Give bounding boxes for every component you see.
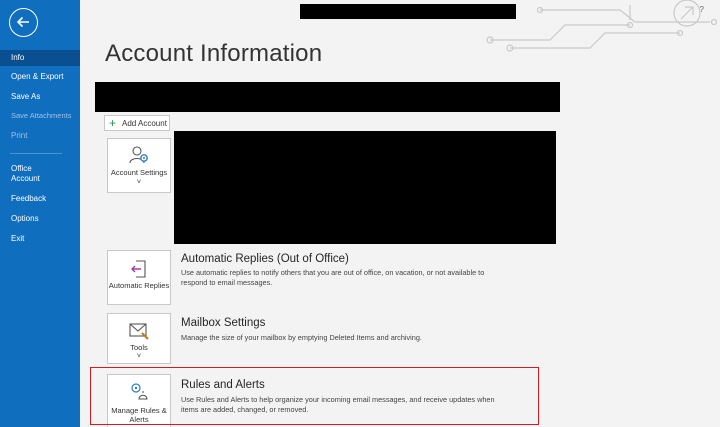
circuit-decoration-icon bbox=[486, 0, 718, 52]
mailbox-settings-title: Mailbox Settings bbox=[181, 317, 266, 329]
nav-exit[interactable]: Exit bbox=[0, 234, 80, 244]
page-title: Account Information bbox=[105, 40, 323, 67]
nav-info[interactable]: Info bbox=[0, 50, 80, 66]
add-account-label: Add Account bbox=[122, 119, 167, 128]
back-button[interactable] bbox=[9, 8, 38, 37]
automatic-replies-description: Use automatic replies to notify others t… bbox=[181, 268, 485, 287]
redacted-account-name bbox=[300, 4, 516, 19]
mailbox-tools-icon bbox=[129, 323, 149, 340]
rules-alerts-highlight bbox=[90, 367, 539, 425]
nav-divider bbox=[10, 153, 62, 154]
nav-options[interactable]: Options bbox=[0, 214, 80, 224]
add-account-button[interactable]: + Add Account bbox=[104, 115, 170, 131]
chevron-down-icon: ˅ bbox=[136, 177, 142, 186]
nav-save-as[interactable]: Save As bbox=[0, 92, 80, 102]
automatic-replies-label: Automatic Replies bbox=[108, 281, 170, 290]
redacted-email-selector[interactable] bbox=[95, 82, 560, 112]
plus-icon: + bbox=[109, 116, 117, 130]
automatic-replies-button[interactable]: Automatic Replies bbox=[107, 250, 171, 305]
chevron-down-icon: ˅ bbox=[136, 351, 142, 360]
backstage-sidebar: Info Open & Export Save As Save Attachme… bbox=[0, 0, 80, 427]
nav-office-account[interactable]: Office Account bbox=[0, 164, 50, 184]
account-info-pane: ? Account Information + Add Account Acco… bbox=[80, 0, 720, 427]
mailbox-settings-description: Manage the size of your mailbox by empty… bbox=[181, 333, 422, 342]
help-button[interactable]: ? bbox=[700, 5, 704, 14]
automatic-replies-title: Automatic Replies (Out of Office) bbox=[181, 253, 349, 265]
redacted-account-details bbox=[174, 131, 556, 244]
nav-feedback[interactable]: Feedback bbox=[0, 194, 80, 204]
account-settings-icon bbox=[129, 146, 148, 164]
back-arrow-icon bbox=[16, 16, 29, 28]
account-settings-button[interactable]: Account Settings ˅ bbox=[107, 138, 171, 193]
nav-print[interactable]: Print bbox=[0, 131, 80, 141]
nav-open-export[interactable]: Open & Export bbox=[0, 72, 80, 82]
nav-save-attachments[interactable]: Save Attachments bbox=[0, 111, 80, 121]
account-settings-label: Account Settings ˅ bbox=[110, 168, 168, 186]
tools-button[interactable]: Tools ˅ bbox=[107, 313, 171, 364]
automatic-replies-icon bbox=[131, 260, 146, 278]
